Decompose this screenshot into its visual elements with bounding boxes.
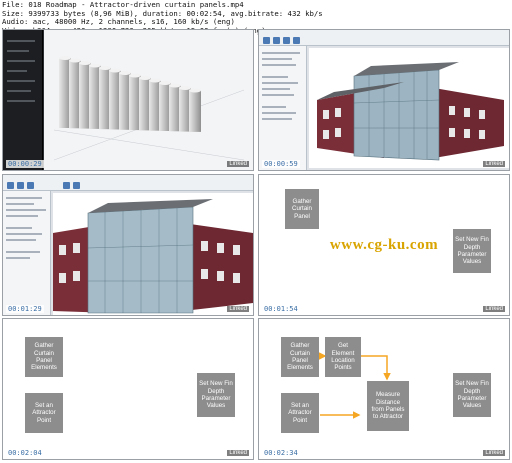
ribbon-icon[interactable] bbox=[283, 37, 290, 44]
set-attractor-point-box: Set an Attractor Point bbox=[25, 393, 63, 433]
cylinder-array-viewport bbox=[44, 30, 253, 170]
cylinder-cap bbox=[89, 63, 101, 68]
ribbon-icon[interactable] bbox=[263, 37, 270, 44]
cylinder-cap bbox=[129, 73, 141, 78]
cylinder-cap bbox=[149, 78, 161, 83]
brand-logo: Linked bbox=[483, 450, 505, 456]
ribbon-icon[interactable] bbox=[73, 182, 80, 189]
cylinder-cap bbox=[79, 61, 91, 65]
ribbon-icon[interactable] bbox=[273, 37, 280, 44]
cylinder-cap bbox=[59, 56, 71, 60]
gather-curtain-panel-elements-box: Gather Curtain Panel Elements bbox=[281, 337, 319, 377]
frame-timestamp: 00:01:29 bbox=[6, 305, 44, 313]
set-attractor-point-box: Set an Attractor Point bbox=[281, 393, 319, 433]
frame-thumbnail-6[interactable]: Gather Curtain Panel Elements Get Elemen… bbox=[258, 318, 510, 460]
frame-timestamp: 00:02:34 bbox=[262, 449, 300, 457]
frame-thumbnail-1[interactable]: 00:00:29 Linked bbox=[2, 29, 254, 171]
cylinder-cap bbox=[179, 86, 191, 90]
ribbon-icon[interactable] bbox=[27, 182, 34, 189]
ribbon-icon[interactable] bbox=[17, 182, 24, 189]
brand-logo: Linked bbox=[227, 306, 249, 312]
frame-thumbnail-4[interactable]: Gather Curtain Panel Set New Fin Depth P… bbox=[258, 174, 510, 316]
arrow-location-to-measure bbox=[360, 355, 391, 381]
dark-app-sidebar bbox=[3, 30, 43, 170]
project-browser-panel[interactable] bbox=[259, 46, 307, 170]
building-closeup-viewport bbox=[53, 193, 253, 315]
ribbon-toolbar[interactable] bbox=[3, 175, 253, 191]
properties-panel[interactable] bbox=[3, 191, 51, 315]
cylinder-cap bbox=[119, 71, 131, 75]
frame-thumbnail-5[interactable]: Gather Curtain Panel Elements Set an Att… bbox=[2, 318, 254, 460]
cylinder-panel bbox=[189, 90, 201, 132]
frame-thumbnail-2[interactable]: 00:00:59 Linked bbox=[258, 29, 510, 171]
cylinder-cap bbox=[169, 83, 181, 88]
set-fin-depth-box: Set New Fin Depth Parameter Values bbox=[197, 373, 235, 417]
cylinder-cap bbox=[139, 76, 151, 80]
frame-timestamp: 00:02:04 bbox=[6, 449, 44, 457]
ribbon-toolbar[interactable] bbox=[259, 30, 509, 46]
set-fin-depth-box: Set New Fin Depth Parameter Values bbox=[453, 373, 491, 417]
brand-logo: Linked bbox=[483, 161, 505, 167]
brand-logo: Linked bbox=[483, 306, 505, 312]
cylinder-cap bbox=[99, 66, 111, 70]
brand-logo: Linked bbox=[227, 161, 249, 167]
frame-timestamp: 00:00:59 bbox=[262, 160, 300, 168]
cylinder-cap bbox=[189, 88, 201, 93]
frame-timestamp: 00:01:54 bbox=[262, 305, 300, 313]
frame-timestamp: 00:00:29 bbox=[6, 160, 44, 168]
ribbon-icon[interactable] bbox=[63, 182, 70, 189]
brand-logo: Linked bbox=[227, 450, 249, 456]
cylinder-cap bbox=[159, 81, 171, 85]
building-viewport bbox=[309, 48, 509, 168]
cylinder-cap bbox=[69, 58, 81, 63]
get-element-location-points-box: Get Element Location Points bbox=[325, 337, 361, 377]
ribbon-icon[interactable] bbox=[293, 37, 300, 44]
cylinder-cap bbox=[109, 68, 121, 73]
frame-thumbnail-3[interactable]: 00:01:29 Linked bbox=[2, 174, 254, 316]
watermark: www.cg-ku.com bbox=[329, 236, 439, 253]
measure-distance-box: Measure Distance from Panels to Attracto… bbox=[367, 381, 409, 431]
gather-curtain-panel-elements-box: Gather Curtain Panel Elements bbox=[25, 337, 63, 377]
ribbon-icon[interactable] bbox=[7, 182, 14, 189]
